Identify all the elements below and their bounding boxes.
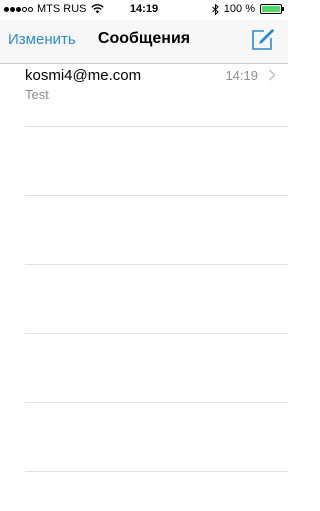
- messages-screen: MTS RUS 14:19 100 % Изменить Сообщения k…: [0, 0, 288, 511]
- navigation-bar: Изменить Сообщения: [0, 20, 288, 64]
- list-separator: [25, 333, 288, 334]
- message-time: 14:19: [225, 68, 258, 83]
- compose-icon[interactable]: [250, 28, 274, 52]
- list-separator: [25, 264, 288, 265]
- list-separator: [25, 471, 288, 472]
- battery-level: [262, 6, 280, 12]
- list-separator: [25, 126, 288, 127]
- battery-icon: [260, 4, 284, 14]
- page-title: Сообщения: [97, 30, 191, 47]
- list-separator: [25, 402, 288, 403]
- message-sender: kosmi4@me.com: [25, 67, 142, 84]
- list-item[interactable]: kosmi4@me.com 14:19 Test: [0, 64, 288, 126]
- status-right: 100 %: [211, 3, 284, 15]
- message-preview: Test: [25, 87, 49, 102]
- list-separator: [25, 195, 288, 196]
- conversation-list: kosmi4@me.com 14:19 Test: [0, 64, 288, 126]
- chevron-right-icon: [268, 69, 276, 81]
- bluetooth-icon: [211, 3, 219, 15]
- battery-percent: 100 %: [223, 3, 255, 15]
- status-bar: MTS RUS 14:19 100 %: [0, 0, 288, 20]
